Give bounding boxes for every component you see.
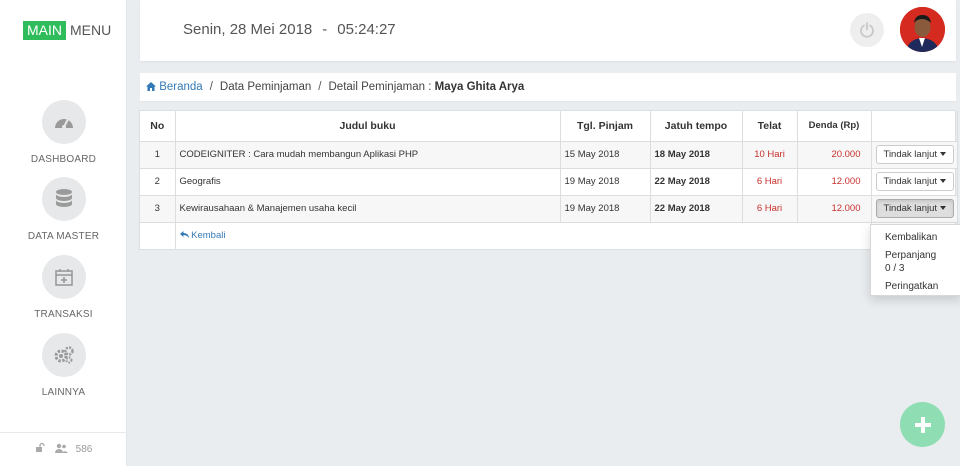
breadcrumb-data-peminjaman[interactable]: Data Peminjaman — [220, 81, 311, 93]
dashboard-icon — [41, 100, 86, 144]
database-icon — [41, 177, 86, 221]
sidebar-item-label: DATA MASTER — [27, 231, 100, 242]
cell-telat: 6 Hari — [742, 195, 798, 223]
table-row: 3 Kewirausahaan & Manajemen usaha kecil … — [140, 195, 958, 223]
column-header-denda: Denda (Rp) — [797, 111, 872, 142]
breadcrumb-divider: / — [318, 81, 322, 93]
breadcrumb-borrower-name: Maya Ghita Arya — [434, 81, 525, 93]
perpanjang-count: 0 / 3 — [885, 263, 905, 274]
column-header-action — [871, 111, 958, 142]
table-row: 2 Geografis 19 May 2018 22 May 2018 6 Ha… — [140, 168, 958, 196]
tindak-lanjut-button[interactable]: Tindak lanjut — [875, 199, 955, 218]
cell-tgl-pinjam: 15 May 2018 — [560, 141, 651, 169]
breadcrumb-home-label: Beranda — [159, 81, 203, 93]
column-header-tgl-pinjam: Tgl. Pinjam — [560, 111, 651, 142]
sidebar-item-transaksi[interactable]: TRANSAKSI — [0, 255, 127, 320]
cell-denda: 12.000 — [797, 195, 872, 223]
brand-logo[interactable]: MAIN MENU — [23, 21, 111, 40]
cell-no: 2 — [140, 168, 176, 196]
caret-down-icon — [940, 206, 947, 211]
sidebar: MAIN MENU DASHBOARD DATA MASTER TRANSAKS… — [0, 0, 127, 466]
users-icon[interactable] — [54, 443, 68, 456]
menu-item-kembalikan[interactable]: Kembalikan — [871, 231, 960, 244]
perpanjang-label: Perpanjang — [885, 250, 937, 261]
tindak-lanjut-label: Tindak lanjut — [883, 149, 938, 160]
tindak-lanjut-button[interactable]: Tindak lanjut — [875, 172, 955, 191]
cell-jatuh-tempo: 18 May 2018 — [650, 141, 743, 169]
caret-down-icon — [940, 152, 947, 157]
cell-denda: 20.000 — [797, 141, 872, 169]
cell-denda: 12.000 — [797, 168, 872, 196]
column-header-judul: Judul buku — [175, 111, 561, 142]
sidebar-item-label: DASHBOARD — [30, 154, 97, 165]
tindak-lanjut-label: Tindak lanjut — [883, 203, 938, 214]
menu-item-perpanjang[interactable]: Perpanjang 0 / 3 — [871, 249, 960, 275]
column-header-jatuh-tempo: Jatuh tempo — [650, 111, 743, 142]
logout-button[interactable] — [850, 13, 884, 47]
tindak-lanjut-dropdown: Kembalikan Perpanjang 0 / 3 Peringatkan — [870, 224, 960, 296]
back-label: Kembali — [191, 230, 226, 242]
current-date: Senin, 28 Mei 2018 — [183, 21, 313, 38]
sidebar-item-label: LAINNYA — [41, 387, 86, 398]
sidebar-footer: 586 — [0, 432, 127, 466]
caret-down-icon — [940, 179, 947, 184]
table-row: 1 CODEIGNITER : Cara mudah membangun Apl… — [140, 141, 958, 169]
sidebar-item-lainnya[interactable]: LAINNYA — [0, 333, 127, 398]
add-fab-button[interactable] — [900, 402, 945, 447]
cell-telat: 10 Hari — [742, 141, 798, 169]
cell-telat: 6 Hari — [742, 168, 798, 196]
cell-tgl-pinjam: 19 May 2018 — [560, 168, 651, 196]
unlock-icon[interactable] — [35, 442, 46, 456]
home-icon — [146, 82, 156, 91]
gears-icon — [41, 333, 86, 377]
cell-action: Tindak lanjut — [871, 195, 958, 223]
back-link[interactable]: Kembali — [179, 230, 226, 242]
cell-no: 3 — [140, 195, 176, 223]
tindak-lanjut-label: Tindak lanjut — [883, 176, 938, 187]
sidebar-item-label: TRANSAKSI — [34, 309, 93, 320]
top-header: Senin, 28 Mei 2018-05:24:27 — [140, 0, 956, 61]
breadcrumb: Beranda / Data Peminjaman / Detail Pemin… — [140, 73, 956, 101]
cell-judul: Kewirausahaan & Manajemen usaha kecil — [175, 195, 561, 223]
cell-action: Tindak lanjut — [871, 141, 958, 169]
datetime-separator: - — [322, 21, 328, 38]
online-count: 586 — [75, 444, 93, 455]
avatar[interactable] — [900, 7, 945, 52]
power-icon — [860, 22, 874, 38]
table-footer-row: Kembali — [140, 222, 957, 249]
table-header-row: No Judul buku Tgl. Pinjam Jatuh tempo Te… — [140, 111, 958, 142]
current-time: 05:24:27 — [337, 21, 396, 38]
brand-main: MAIN — [23, 21, 66, 40]
breadcrumb-divider: / — [209, 81, 213, 93]
plus-icon — [914, 416, 931, 433]
cell-no: 1 — [140, 141, 176, 169]
loan-detail-card: No Judul buku Tgl. Pinjam Jatuh tempo Te… — [139, 110, 958, 250]
column-header-telat: Telat — [742, 111, 798, 142]
calendar-plus-icon — [41, 255, 86, 299]
column-header-no: No — [140, 111, 176, 142]
brand-menu: MENU — [70, 22, 112, 38]
cell-judul: CODEIGNITER : Cara mudah membangun Aplik… — [175, 141, 561, 169]
cell-jatuh-tempo: 22 May 2018 — [650, 195, 743, 223]
menu-item-peringatkan[interactable]: Peringatkan — [871, 280, 960, 293]
breadcrumb-detail-prefix: Detail Peminjaman : — [328, 81, 432, 93]
datetime-display: Senin, 28 Mei 2018-05:24:27 — [183, 21, 396, 38]
cell-judul: Geografis — [175, 168, 561, 196]
tindak-lanjut-button[interactable]: Tindak lanjut — [875, 145, 955, 164]
reply-icon — [179, 231, 189, 239]
cell-tgl-pinjam: 19 May 2018 — [560, 195, 651, 223]
sidebar-item-data-master[interactable]: DATA MASTER — [0, 177, 127, 242]
sidebar-item-dashboard[interactable]: DASHBOARD — [0, 100, 127, 165]
cell-action: Tindak lanjut — [871, 168, 958, 196]
cell-jatuh-tempo: 22 May 2018 — [650, 168, 743, 196]
loan-detail-table: No Judul buku Tgl. Pinjam Jatuh tempo Te… — [140, 111, 958, 249]
breadcrumb-home[interactable]: Beranda — [146, 81, 203, 93]
